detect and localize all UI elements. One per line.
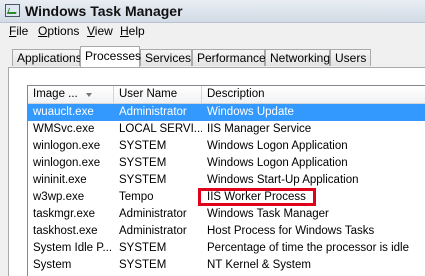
process-user-cell: SYSTEM <box>119 157 167 169</box>
tab-users[interactable]: Users <box>330 49 371 66</box>
menu-view[interactable]: View <box>87 24 113 38</box>
process-user-cell: SYSTEM <box>119 259 167 271</box>
process-description-cell: Windows Start-Up Application <box>207 174 359 186</box>
title-bar: Windows Task Manager <box>0 0 425 23</box>
tab-networking[interactable]: Networking <box>265 49 330 66</box>
table-row[interactable]: w3wp.exe Tempo IIS Worker Process <box>28 189 425 206</box>
table-row[interactable]: wininit.exe SYSTEM Windows Start-Up Applic… <box>28 172 425 189</box>
process-image-cell: System Idle P... <box>33 242 113 254</box>
task-manager-icon <box>5 4 20 17</box>
process-user-cell: SYSTEM <box>119 242 167 254</box>
column-header-description[interactable]: Description <box>202 86 425 103</box>
column-header-user[interactable]: User Name <box>114 86 202 103</box>
process-image-cell: wininit.exe <box>33 174 87 186</box>
table-row[interactable]: wuauclt.exe Administrator Windows Update <box>28 104 425 121</box>
tab-applications[interactable]: Applications <box>12 49 82 66</box>
process-user-cell: SYSTEM <box>119 174 167 186</box>
list-header: Image ... User Name Description <box>28 86 425 104</box>
process-description-cell: Windows Logon Application <box>207 140 348 152</box>
table-row[interactable]: taskhost.exe Administrator Host Process fo… <box>28 223 425 240</box>
sort-arrow-icon <box>86 93 92 97</box>
table-row[interactable]: System Idle P... SYSTEM Percentage of time… <box>28 240 425 257</box>
process-user-cell: LOCAL SERVI... <box>119 123 202 135</box>
menu-file[interactable]: File <box>9 24 28 38</box>
process-description-cell: Windows Logon Application <box>207 157 348 169</box>
process-user-cell: SYSTEM <box>119 140 167 152</box>
process-image-cell: taskmgr.exe <box>33 208 95 220</box>
process-image-cell: WMSvc.exe <box>33 123 95 135</box>
process-image-cell: winlogon.exe <box>33 157 101 169</box>
menu-help[interactable]: Help <box>120 24 145 38</box>
process-user-cell: Tempo <box>119 191 154 203</box>
table-row[interactable]: winlogon.exe SYSTEM Windows Logon Applicat… <box>28 155 425 172</box>
table-row[interactable]: WMSvc.exe LOCAL SERVI... IIS Manager Servi… <box>28 121 425 138</box>
process-description-cell: NT Kernel & System <box>207 259 311 271</box>
process-image-cell: w3wp.exe <box>33 191 85 203</box>
process-user-cell: Administrator <box>119 225 187 237</box>
tab-performance[interactable]: Performance <box>192 49 266 66</box>
process-image-cell: winlogon.exe <box>33 140 101 152</box>
process-description-cell: Host Process for Windows Tasks <box>207 225 375 237</box>
process-description-cell: IIS Manager Service <box>207 123 312 135</box>
process-image-cell: taskhost.exe <box>33 225 98 237</box>
table-row[interactable]: winlogon.exe SYSTEM Windows Logon Applicat… <box>28 138 425 155</box>
process-image-cell: wuauclt.exe <box>33 106 94 118</box>
process-description-cell: IIS Worker Process <box>207 191 306 203</box>
table-row[interactable]: taskmgr.exe Administrator Windows Task Man… <box>28 206 425 223</box>
process-image-cell: System <box>33 259 72 271</box>
process-description-cell: Windows Task Manager <box>207 208 329 220</box>
table-row[interactable]: System SYSTEM NT Kernel & System <box>28 257 425 274</box>
tab-services[interactable]: Services <box>140 49 192 66</box>
process-description-cell: Windows Update <box>207 106 294 118</box>
menu-options[interactable]: Options <box>38 24 79 38</box>
tab-processes[interactable]: Processes <box>80 46 141 67</box>
process-user-cell: Administrator <box>119 208 187 220</box>
process-description-cell: Percentage of time the processor is idle <box>207 242 409 254</box>
window-title: Windows Task Manager <box>25 3 183 19</box>
process-user-cell: Administrator <box>119 106 187 118</box>
column-header-image[interactable]: Image ... <box>28 86 114 103</box>
tab-strip: Applications Processes Services Performa… <box>0 46 425 68</box>
process-list[interactable]: Image ... User Name Description wuauclt.… <box>27 85 425 276</box>
